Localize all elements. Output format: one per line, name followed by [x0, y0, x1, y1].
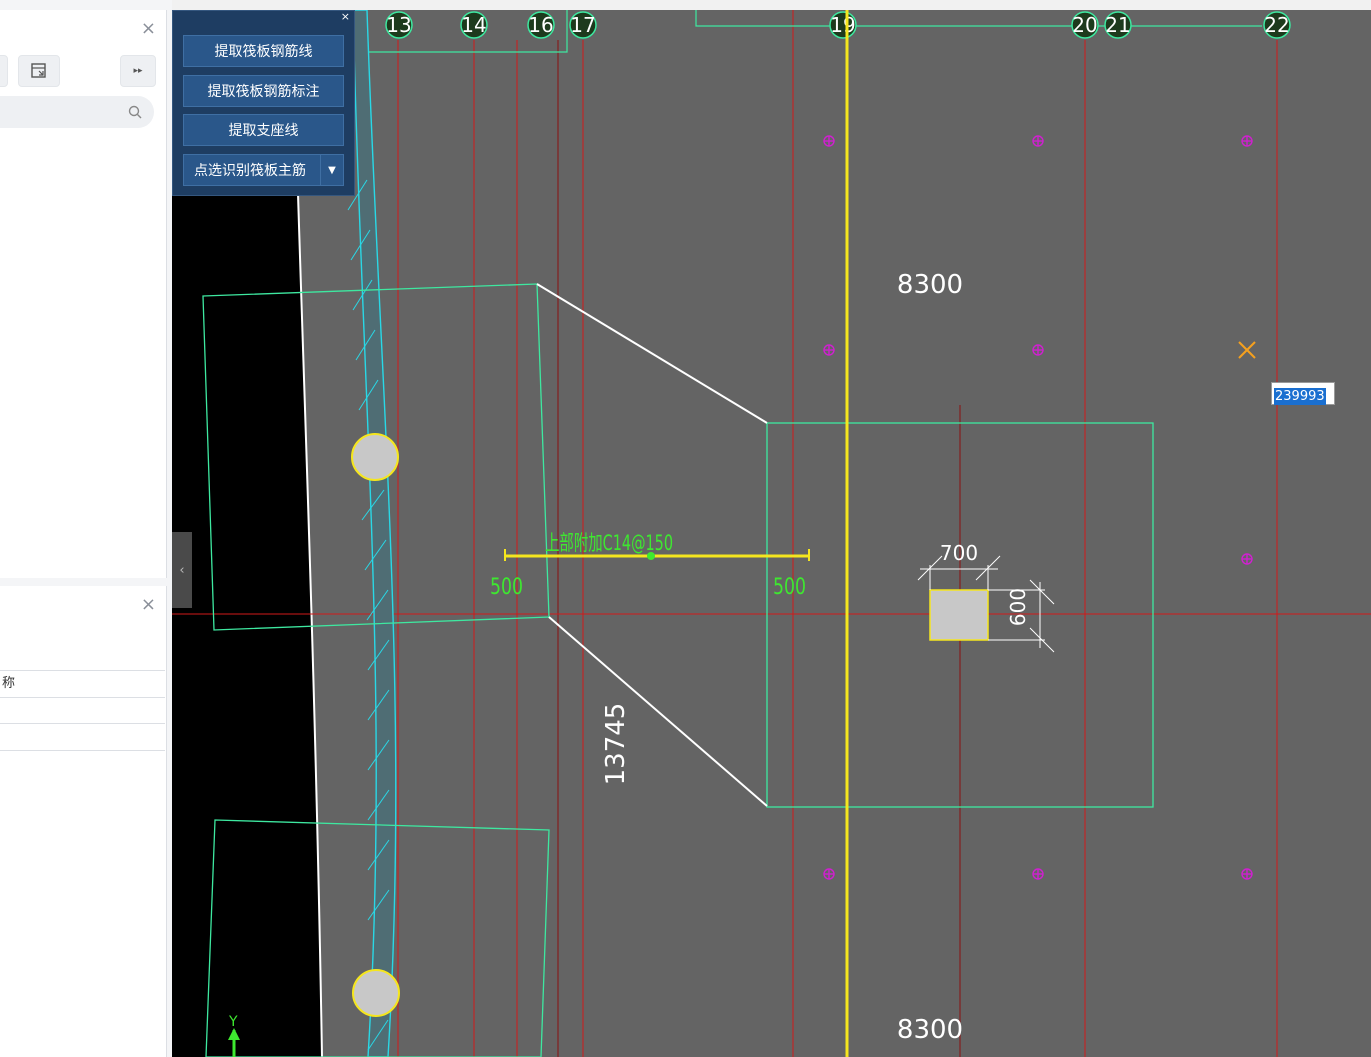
marker-icon	[823, 344, 835, 356]
marker-icon	[1032, 868, 1044, 880]
button-label: 提取筏板钢筋标注	[207, 84, 320, 100]
coordinate-value: 239993	[1274, 388, 1326, 405]
void-region	[172, 194, 322, 1057]
marker-icon	[823, 868, 835, 880]
partial-tool-button[interactable]	[0, 55, 8, 87]
marker-icon	[1241, 135, 1253, 147]
close-icon[interactable]: ×	[141, 20, 156, 38]
axis-label: 21	[1105, 13, 1130, 37]
search-icon	[128, 105, 142, 119]
axis-label: 22	[1264, 13, 1289, 37]
axis-label: 17	[570, 13, 595, 37]
button-label: 提取筏板钢筋线	[214, 44, 313, 60]
extract-slab-rebar-lines-button[interactable]: 提取筏板钢筋线	[183, 35, 344, 67]
left-offset-label: 500	[490, 575, 523, 600]
cursor-cross-icon	[1238, 341, 1256, 359]
axis-bubble-21: 21	[1104, 11, 1132, 39]
extract-support-lines-button[interactable]: 提取支座线	[183, 114, 344, 146]
axis-label: 14	[461, 13, 486, 37]
right-offset-label: 500	[773, 575, 806, 600]
column-header: 称	[2, 676, 16, 691]
marker-icon	[1032, 344, 1044, 356]
close-icon[interactable]: ×	[141, 596, 156, 614]
export-icon[interactable]	[18, 55, 60, 87]
axis-bubble-22: 22	[1263, 11, 1291, 39]
axis-bubble-14: 14	[460, 11, 488, 39]
axis-bubble-19: 19	[829, 11, 857, 39]
column-block	[929, 589, 989, 641]
bottom-span-label: 8300	[897, 1015, 963, 1045]
close-icon[interactable]: ×	[341, 11, 350, 22]
axis-bubble-13: 13	[385, 11, 413, 39]
hatched-wall	[347, 10, 397, 1057]
layer-panel: × 称	[0, 586, 167, 1057]
pick-identify-slab-rebar-button[interactable]: 点选识别筏板主筋 ▼	[183, 154, 344, 186]
marker-icon	[823, 135, 835, 147]
table-row[interactable]	[0, 724, 165, 751]
axis-bubble-17: 17	[569, 11, 597, 39]
coordinate-input[interactable]: 239993	[1271, 382, 1335, 405]
dropdown-arrow-icon[interactable]: ▼	[320, 155, 343, 185]
axis-bubble-20: 20	[1071, 11, 1099, 39]
point-markers	[823, 135, 1253, 880]
diagonal-length-label: 13745	[601, 703, 631, 786]
search-input[interactable]	[0, 96, 154, 128]
column-width-label: 700	[940, 541, 978, 565]
axis-label: 13	[386, 13, 411, 37]
slab-outlines	[202, 283, 1154, 1057]
pile-marker	[351, 433, 399, 481]
button-label: 提取支座线	[228, 123, 299, 139]
marker-icon	[1241, 868, 1253, 880]
rebar-annotation: 上部附加C14@150	[545, 531, 673, 555]
svg-text:Y: Y	[228, 1014, 238, 1030]
properties-panel: × ▸▸	[0, 10, 167, 578]
top-span-label: 8300	[897, 270, 963, 300]
axis-bubbles: 13 14 16 17 19 20 21 22	[385, 11, 1291, 39]
button-label: 点选识别筏板主筋	[194, 163, 306, 179]
command-panel-titlebar[interactable]: ×	[173, 11, 354, 23]
marker-icon	[1032, 135, 1044, 147]
axis-label: 19	[830, 13, 855, 37]
command-panel: × 提取筏板钢筋线 提取筏板钢筋标注 提取支座线 点选识别筏板主筋 ▼	[172, 10, 355, 196]
table-row[interactable]	[0, 697, 165, 724]
table-header: 称	[0, 670, 165, 698]
axis-bubble-16: 16	[527, 11, 555, 39]
pile-marker	[352, 969, 400, 1017]
more-button[interactable]: ▸▸	[120, 55, 156, 87]
extract-slab-rebar-labels-button[interactable]: 提取筏板钢筋标注	[183, 75, 344, 107]
left-pane: × ▸▸ × 称	[0, 0, 172, 1057]
marker-icon	[1241, 553, 1253, 565]
axis-label: 16	[528, 13, 553, 37]
collapse-handle[interactable]: ‹	[172, 532, 192, 608]
axis-label: 20	[1072, 13, 1097, 37]
column-height-label: 600	[1006, 588, 1030, 626]
